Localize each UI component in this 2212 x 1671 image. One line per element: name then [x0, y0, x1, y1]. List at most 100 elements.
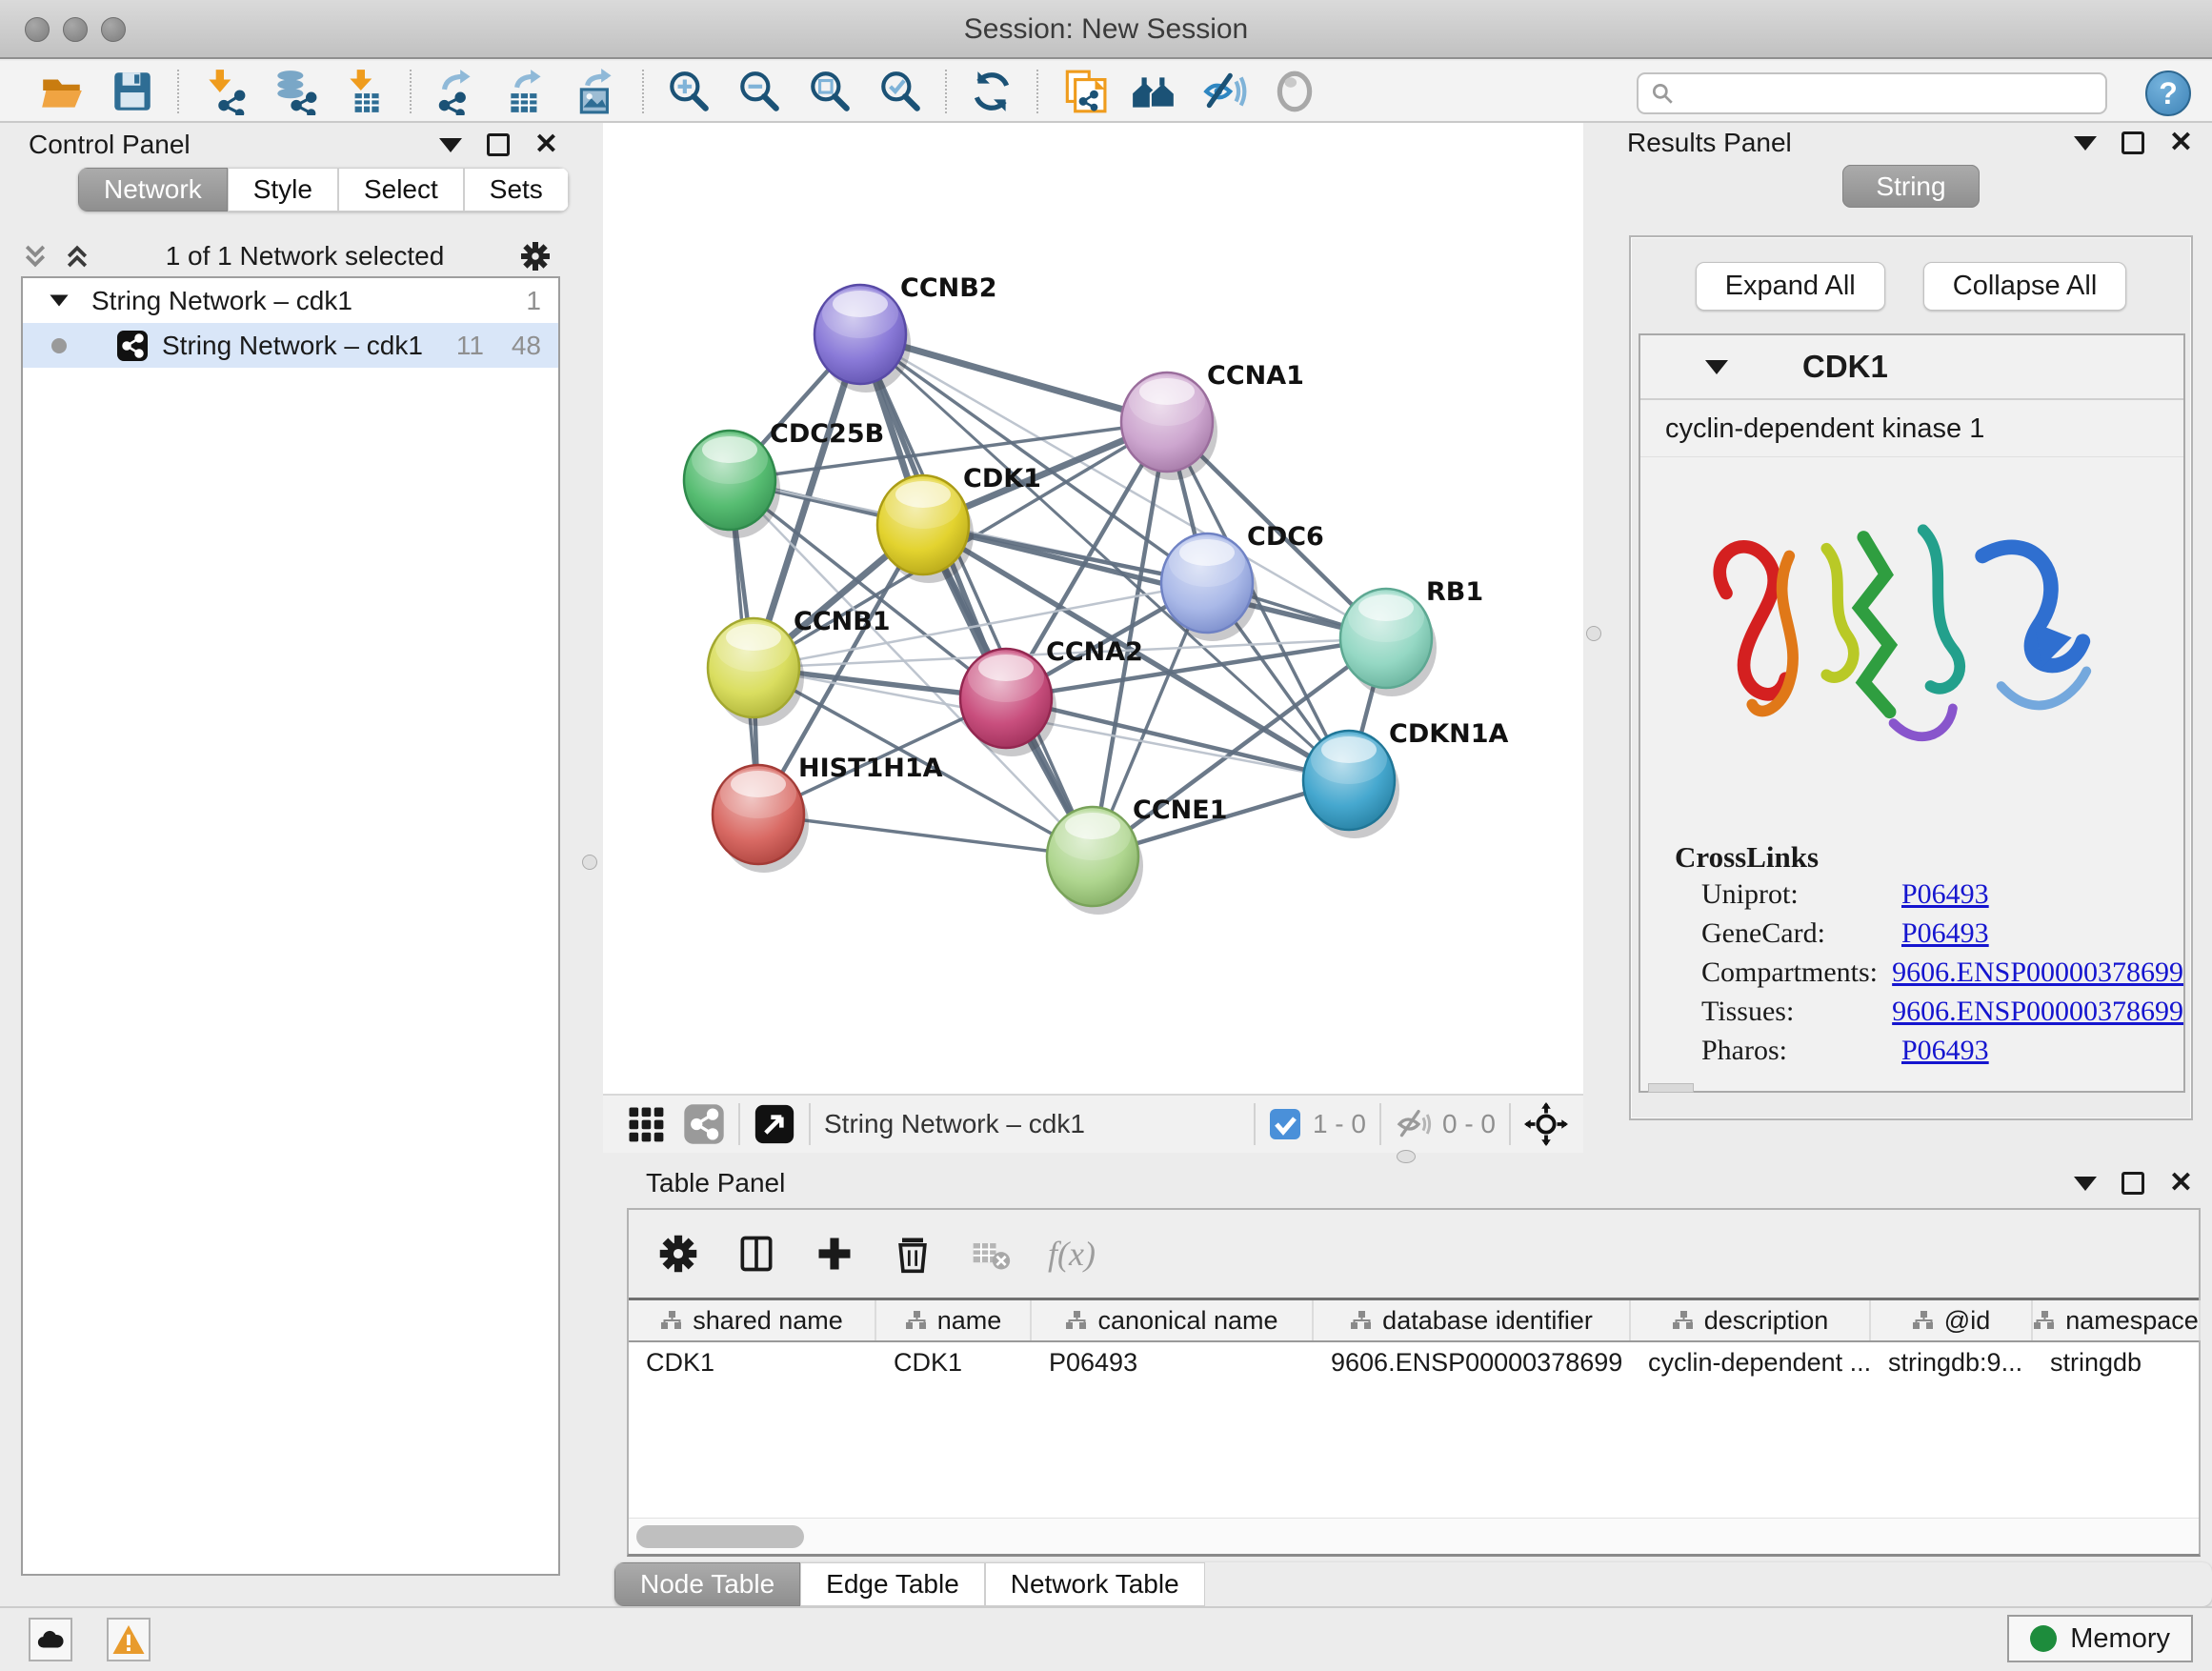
- string-home-icon[interactable]: [1124, 65, 1183, 118]
- column-header-name[interactable]: name: [876, 1300, 1032, 1340]
- zoom-selected-icon[interactable]: [871, 65, 930, 118]
- table-cell[interactable]: stringdb:9...: [1871, 1342, 2033, 1383]
- control-panel-menu-icon[interactable]: [439, 138, 462, 152]
- import-network-database-icon[interactable]: [265, 65, 324, 118]
- tab-style[interactable]: Style: [228, 168, 338, 211]
- network-node-CDC6[interactable]: [1161, 534, 1257, 641]
- zoom-in-icon[interactable]: [659, 65, 718, 118]
- search-field[interactable]: [1637, 72, 2107, 114]
- table-panel-float-icon[interactable]: [2122, 1172, 2144, 1195]
- show-all-icon[interactable]: [1265, 65, 1324, 118]
- redraw-graph-icon[interactable]: [962, 65, 1021, 118]
- table-panel-menu-icon[interactable]: [2074, 1177, 2097, 1191]
- network-node-CCNA1[interactable]: [1121, 372, 1217, 480]
- right-splitter-handle[interactable]: [1586, 626, 1601, 641]
- network-row[interactable]: String Network – cdk1 11 48: [23, 323, 558, 368]
- collection-expander-icon[interactable]: [50, 295, 68, 307]
- fit-content-crosshair-icon[interactable]: [1524, 1102, 1568, 1146]
- table-cell[interactable]: CDK1: [876, 1342, 1032, 1383]
- network-node-count: 11: [456, 331, 484, 361]
- network-canvas[interactable]: CCNB2CCNA1CDC25BCDK1CDC6RB1CCNB1CCNA2CDK…: [603, 123, 1583, 1094]
- crosslink-link[interactable]: P06493: [1901, 878, 1989, 911]
- network-collection-row[interactable]: String Network – cdk1 1: [23, 278, 558, 323]
- column-header-database-identifier[interactable]: database identifier: [1314, 1300, 1631, 1340]
- control-panel-title: Control Panel: [29, 130, 191, 160]
- clone-network-icon[interactable]: [1054, 65, 1113, 118]
- network-node-CCNE1[interactable]: [1047, 807, 1143, 915]
- import-table-file-icon[interactable]: [335, 65, 394, 118]
- birds-eye-view-icon[interactable]: [754, 1103, 795, 1145]
- table-row[interactable]: CDK1CDK1P064939606.ENSP00000378699cyclin…: [629, 1342, 2199, 1383]
- control-panel-close-icon[interactable]: ✕: [534, 133, 558, 156]
- column-header-namespace[interactable]: namespace: [2033, 1300, 2201, 1340]
- network-node-CDK1[interactable]: [877, 475, 974, 583]
- crosslink-link[interactable]: P06493: [1901, 917, 1989, 950]
- titlebar[interactable]: Session: New Session: [0, 0, 2212, 59]
- hide-selected-icon[interactable]: [1195, 65, 1254, 118]
- collapse-all-networks-icon[interactable]: [21, 242, 50, 271]
- column-header-@id[interactable]: @id: [1871, 1300, 2033, 1340]
- scrollbar-nub[interactable]: [1648, 1083, 1694, 1093]
- warning-button[interactable]: [107, 1618, 151, 1661]
- column-header-shared-name[interactable]: shared name: [629, 1300, 876, 1340]
- export-image-icon[interactable]: [568, 65, 627, 118]
- search-input[interactable]: [1682, 79, 2105, 109]
- tab-select[interactable]: Select: [338, 168, 464, 211]
- horizontal-splitter-handle[interactable]: [1397, 1150, 1416, 1163]
- expand-all-networks-icon[interactable]: [63, 242, 91, 271]
- gene-section-header[interactable]: CDK1: [1640, 335, 2183, 400]
- export-table-icon[interactable]: [497, 65, 556, 118]
- network-options-gear-icon[interactable]: [518, 239, 553, 273]
- column-header-description[interactable]: description: [1631, 1300, 1871, 1340]
- tab-network[interactable]: Network: [78, 168, 228, 211]
- control-panel-float-icon[interactable]: [487, 133, 510, 156]
- memory-button[interactable]: Memory: [2007, 1615, 2193, 1662]
- expand-all-button[interactable]: Expand All: [1696, 262, 1885, 311]
- save-session-icon[interactable]: [103, 65, 162, 118]
- network-node-RB1[interactable]: [1340, 589, 1437, 696]
- import-network-file-icon[interactable]: [194, 65, 253, 118]
- table-cell[interactable]: stringdb: [2033, 1342, 2201, 1383]
- zoom-out-icon[interactable]: [730, 65, 789, 118]
- string-view-icon[interactable]: [683, 1103, 725, 1145]
- crosslink-link[interactable]: P06493: [1901, 1035, 1989, 1067]
- table-options-gear-icon[interactable]: [657, 1233, 699, 1275]
- zoom-fit-icon[interactable]: [800, 65, 859, 118]
- tab-sets[interactable]: Sets: [464, 168, 569, 211]
- table-cell[interactable]: 9606.ENSP00000378699: [1314, 1342, 1631, 1383]
- gene-expander-icon[interactable]: [1705, 360, 1728, 374]
- network-node-HIST1H1A[interactable]: [713, 765, 809, 873]
- tab-string-results[interactable]: String: [1842, 165, 1979, 208]
- network-node-CCNA2[interactable]: [960, 649, 1056, 756]
- table-cell[interactable]: P06493: [1032, 1342, 1314, 1383]
- selected-checkbox-icon[interactable]: [1269, 1108, 1301, 1140]
- export-network-icon[interactable]: [427, 65, 486, 118]
- table-panel-close-icon[interactable]: ✕: [2169, 1172, 2193, 1195]
- grid-view-icon[interactable]: [626, 1104, 666, 1144]
- table-cell[interactable]: CDK1: [629, 1342, 876, 1383]
- collapse-all-button[interactable]: Collapse All: [1923, 262, 2127, 311]
- cloud-button[interactable]: [29, 1618, 72, 1661]
- results-panel-float-icon[interactable]: [2122, 131, 2144, 154]
- tab-node-table[interactable]: Node Table: [614, 1562, 800, 1606]
- table-cell[interactable]: cyclin-dependent ...: [1631, 1342, 1871, 1383]
- tab-network-table[interactable]: Network Table: [985, 1562, 1205, 1606]
- delete-column-icon[interactable]: [892, 1233, 934, 1275]
- column-header-canonical-name[interactable]: canonical name: [1032, 1300, 1314, 1340]
- tab-edge-table[interactable]: Edge Table: [800, 1562, 985, 1606]
- show-columns-icon[interactable]: [735, 1233, 777, 1275]
- network-node-CCNB2[interactable]: [814, 285, 911, 393]
- crosslink-link[interactable]: 9606.ENSP00000378699: [1892, 956, 2183, 989]
- results-panel-menu-icon[interactable]: [2074, 136, 2097, 151]
- network-node-CDC25B[interactable]: [684, 431, 780, 538]
- network-node-CDKN1A[interactable]: [1303, 731, 1399, 838]
- results-panel-close-icon[interactable]: ✕: [2169, 131, 2193, 154]
- help-button[interactable]: ?: [2145, 70, 2191, 116]
- column-type-icon: [660, 1310, 683, 1331]
- add-column-icon[interactable]: [814, 1233, 855, 1275]
- open-session-icon[interactable]: [32, 65, 91, 118]
- crosslink-link[interactable]: 9606.ENSP00000378699: [1892, 996, 2183, 1028]
- scrollbar-thumb[interactable]: [636, 1525, 804, 1548]
- left-splitter-handle[interactable]: [582, 855, 597, 870]
- table-horizontal-scrollbar[interactable]: [629, 1518, 2199, 1554]
